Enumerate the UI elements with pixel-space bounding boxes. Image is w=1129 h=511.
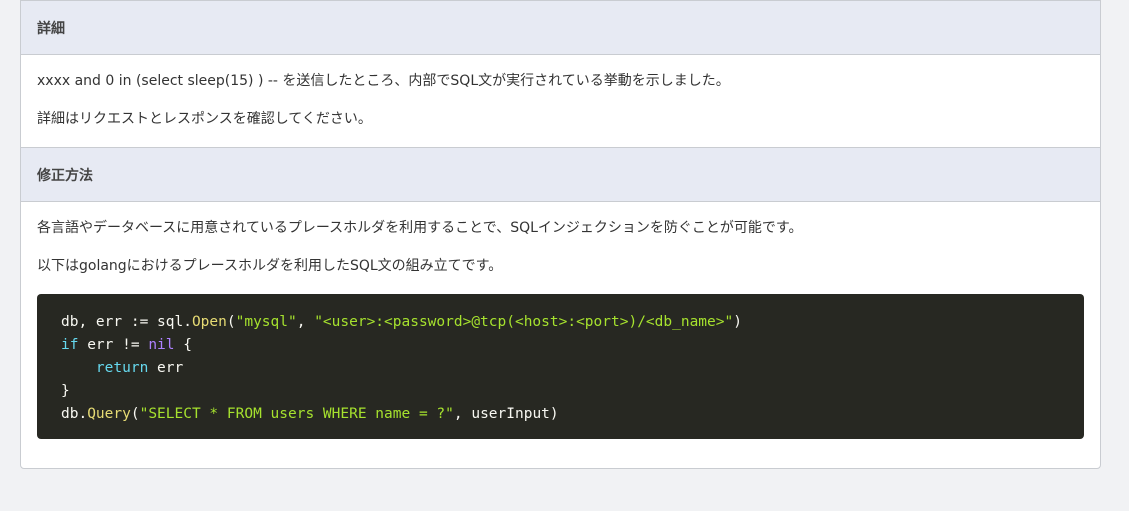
code-token-default: db. — [61, 406, 88, 422]
code-token-default — [61, 360, 96, 376]
code-token-punct: , — [296, 314, 315, 330]
details-section-header: 詳細 — [21, 0, 1100, 55]
code-token-string: "SELECT * FROM users WHERE name = ?" — [139, 406, 454, 422]
code-token-func: Open — [191, 314, 227, 330]
code-token-punct: ) — [733, 314, 742, 330]
code-token-default: err — [148, 360, 184, 376]
details-paragraph-1: xxxx and 0 in (select sleep(15) ) -- を送信… — [37, 73, 730, 89]
fix-section-title: 修正方法 — [37, 167, 93, 184]
code-token-const: nil — [148, 337, 175, 353]
code-token-string: "mysql" — [235, 314, 297, 330]
fix-section-header: 修正方法 — [21, 147, 1100, 202]
code-token-func: Query — [87, 406, 131, 422]
code-line: if err != nil { — [61, 334, 1060, 357]
code-line: db, err := sql.Open("mysql", "<user>:<pa… — [61, 311, 1060, 334]
code-line: } — [61, 380, 1060, 403]
code-example-block[interactable]: db, err := sql.Open("mysql", "<user>:<pa… — [37, 294, 1084, 439]
fix-paragraph-1: 各言語やデータベースに用意されているプレースホルダを利用することで、SQLインジ… — [37, 220, 803, 236]
code-token-punct: { — [174, 337, 192, 353]
fix-paragraph-2: 以下はgolangにおけるプレースホルダを利用したSQL文の組み立てです。 — [37, 258, 503, 274]
code-token-keyword: return — [95, 360, 149, 376]
code-token-default: , userInput) — [453, 406, 559, 422]
code-token-default: err != — [78, 337, 149, 353]
code-token-keyword: if — [61, 337, 79, 353]
code-line: db.Query("SELECT * FROM users WHERE name… — [61, 403, 1060, 426]
fix-section-body: 各言語やデータベースに用意されているプレースホルダを利用することで、SQLインジ… — [21, 202, 1100, 439]
code-token-punct: ( — [226, 314, 236, 330]
details-section-body: xxxx and 0 in (select sleep(15) ) -- を送信… — [21, 55, 1100, 147]
details-section-title: 詳細 — [37, 20, 65, 37]
code-line: return err — [61, 357, 1060, 380]
code-token-default: db, err := sql. — [61, 314, 192, 330]
code-token-string: "<user>:<password>@tcp(<host>:<port>)/<d… — [314, 314, 734, 330]
details-paragraph-2: 詳細はリクエストとレスポンスを確認してください。 — [37, 111, 372, 127]
code-token-punct: ( — [130, 406, 140, 422]
vulnerability-detail-card: 詳細 xxxx and 0 in (select sleep(15) ) -- … — [20, 0, 1101, 469]
code-token-punct: } — [61, 383, 70, 399]
